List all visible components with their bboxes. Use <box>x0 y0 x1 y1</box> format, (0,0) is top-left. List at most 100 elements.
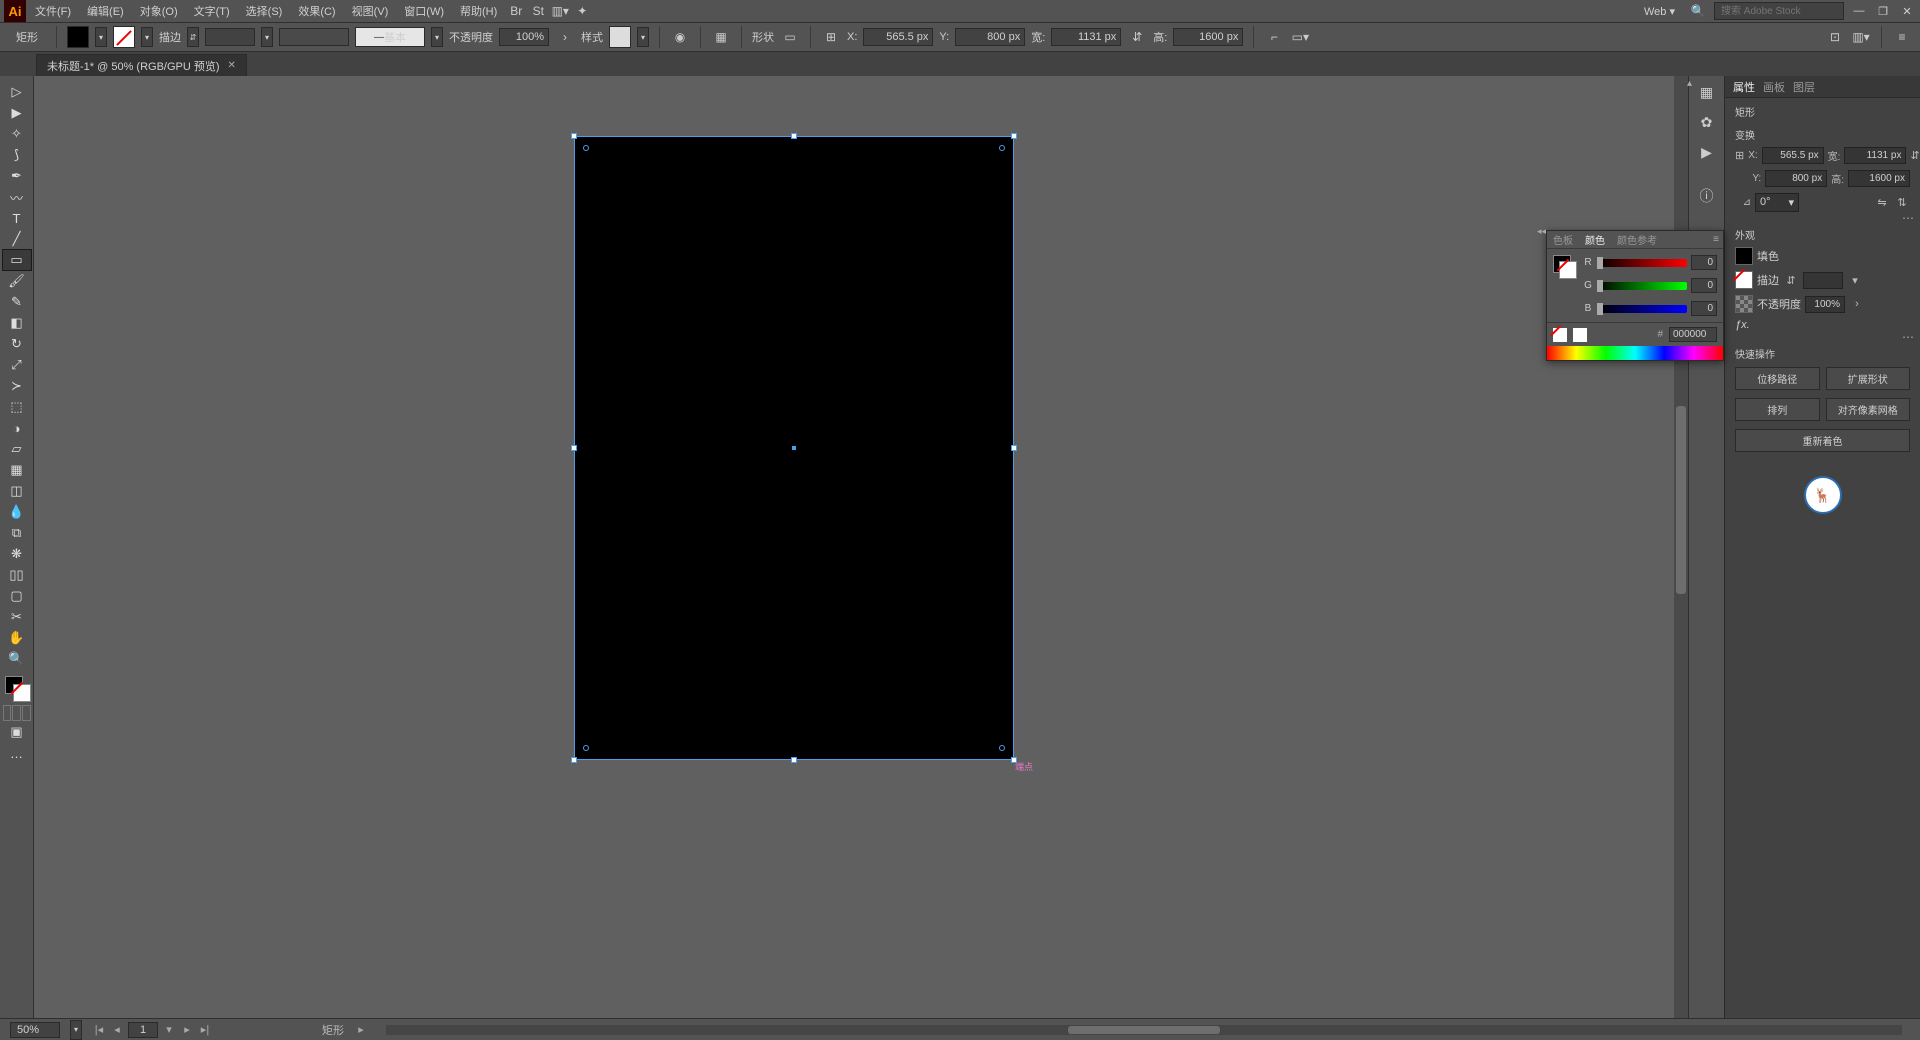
tab-swatches[interactable]: 色板 <box>1547 230 1579 249</box>
tab-properties[interactable]: 属性 <box>1733 79 1755 95</box>
shape-builder-icon[interactable]: ▭ <box>780 27 800 47</box>
draw-modes[interactable] <box>3 705 31 721</box>
fill-dropdown[interactable]: ▾ <box>95 27 107 47</box>
info-panel-icon[interactable]: ⓘ <box>1695 184 1719 208</box>
blend-tool[interactable]: ⧉ <box>3 523 31 543</box>
color-panel-menu[interactable]: ≡ <box>1709 234 1723 245</box>
draw-behind[interactable] <box>12 705 21 721</box>
shape-builder-tool[interactable]: ◑ <box>3 418 31 438</box>
opacity-popup-icon[interactable]: › <box>555 27 575 47</box>
draw-normal[interactable] <box>3 705 12 721</box>
tab-artboards[interactable]: 画板 <box>1763 79 1785 95</box>
free-transform-tool[interactable]: ⬚ <box>3 397 31 417</box>
y-input[interactable] <box>955 28 1025 46</box>
prop-fill-swatch[interactable] <box>1735 247 1753 265</box>
prop-stroke-dd[interactable]: ▾ <box>1847 272 1863 288</box>
gpu-icon[interactable]: ✦ <box>572 3 592 19</box>
tab-color-guide[interactable]: 颜色参考 <box>1611 230 1663 249</box>
btn-arrange[interactable]: 排列 <box>1735 398 1820 421</box>
rotate-tool[interactable]: ↻ <box>3 334 31 354</box>
tab-layers[interactable]: 图层 <box>1793 79 1815 95</box>
magic-wand-tool[interactable]: ✧ <box>3 124 31 144</box>
artboard-index-input[interactable] <box>128 1022 158 1038</box>
type-tool[interactable]: T <box>3 208 31 228</box>
r-slider[interactable] <box>1597 259 1687 267</box>
color-spectrum[interactable] <box>1547 346 1723 360</box>
eyedropper-tool[interactable]: 💧 <box>3 502 31 522</box>
btn-align-pixel[interactable]: 对齐像素网格 <box>1826 398 1911 421</box>
zoom-tool[interactable]: 🔍 <box>3 649 31 669</box>
corner-widget-bl[interactable] <box>583 745 589 751</box>
toolbar-stroke-swatch[interactable] <box>13 684 31 702</box>
stroke-swatch[interactable] <box>113 26 135 48</box>
first-artboard-icon[interactable]: |◂ <box>92 1022 106 1038</box>
white-color-icon[interactable] <box>1573 328 1587 342</box>
menu-select[interactable]: 选择(S) <box>239 0 290 22</box>
flip-h-icon[interactable]: ⇋ <box>1874 195 1890 211</box>
pen-tool[interactable]: ✒ <box>3 166 31 186</box>
flip-v-icon[interactable]: ⇅ <box>1894 195 1910 211</box>
width-tool[interactable]: ≻ <box>3 376 31 396</box>
menu-view[interactable]: 视图(V) <box>345 0 396 22</box>
fill-swatch[interactable] <box>67 26 89 48</box>
corner-widget-tl[interactable] <box>583 145 589 151</box>
libraries-panel-icon[interactable]: ▦ <box>1695 80 1719 104</box>
rectangle-tool[interactable]: ▭ <box>3 250 31 270</box>
fx-label[interactable]: ƒx. <box>1735 319 1750 331</box>
color-panel[interactable]: 色板 颜色 颜色参考 ≡ R G B <box>1546 230 1724 361</box>
handle-top-right[interactable] <box>1011 133 1017 139</box>
corner-widget-tr[interactable] <box>999 145 1005 151</box>
curvature-tool[interactable]: 〰 <box>3 187 31 207</box>
window-maximize[interactable]: ❐ <box>1874 4 1892 18</box>
stroke-weight-dd[interactable]: ▾ <box>261 27 273 47</box>
perspective-tool[interactable]: ▱ <box>3 439 31 459</box>
eraser-tool[interactable]: ◧ <box>3 313 31 333</box>
link-wh-icon[interactable]: ⇵ <box>1127 27 1147 47</box>
fill-stroke-colors[interactable] <box>3 676 31 702</box>
g-slider[interactable] <box>1597 282 1687 290</box>
prop-h-input[interactable] <box>1848 170 1910 187</box>
transform-more-icon[interactable]: ⋯ <box>1902 211 1916 225</box>
handle-left[interactable] <box>571 445 577 451</box>
menu-file[interactable]: 文件(F) <box>28 0 78 22</box>
handle-right[interactable] <box>1011 445 1017 451</box>
handle-bottom[interactable] <box>791 757 797 763</box>
artboard-tool[interactable]: ▢ <box>3 586 31 606</box>
draw-inside[interactable] <box>22 705 31 721</box>
prop-x-input[interactable] <box>1762 147 1824 164</box>
edit-toolbar[interactable]: … <box>3 743 31 763</box>
paintbrush-tool[interactable]: 🖌 <box>3 271 31 291</box>
shaper-tool[interactable]: ✎ <box>3 292 31 312</box>
align-icon[interactable]: ▦ <box>711 27 731 47</box>
menu-type[interactable]: 文字(T) <box>187 0 237 22</box>
opacity-input[interactable] <box>499 28 549 46</box>
close-tab-icon[interactable]: ✕ <box>228 60 236 71</box>
handle-top-left[interactable] <box>571 133 577 139</box>
scale-tool[interactable]: ⤢ <box>3 355 31 375</box>
stroke-profile[interactable]: — 基本 <box>355 27 425 47</box>
x-input[interactable] <box>863 28 933 46</box>
stroke-profile-dd[interactable]: ▾ <box>431 27 443 47</box>
selection-tool[interactable]: ▷ <box>3 82 31 102</box>
zoom-input[interactable] <box>10 1022 60 1038</box>
tab-color[interactable]: 颜色 <box>1579 230 1611 249</box>
graphic-style-dd[interactable]: ▾ <box>637 27 649 47</box>
transform-anchor-icon[interactable]: ⊞ <box>821 27 841 47</box>
handle-bottom-left[interactable] <box>571 757 577 763</box>
prop-opacity-input[interactable] <box>1805 296 1845 313</box>
menu-edit[interactable]: 编辑(E) <box>80 0 131 22</box>
prop-stroke-weight-input[interactable] <box>1803 272 1843 289</box>
b-slider[interactable] <box>1597 305 1687 313</box>
prefs-icon[interactable]: ≡ <box>1892 27 1912 47</box>
document-tab[interactable]: 未标题-1* @ 50% (RGB/GPU 预览) ✕ <box>36 54 247 76</box>
canvas-scrollbar-horizontal[interactable] <box>386 1025 1902 1035</box>
reference-point-icon[interactable]: ⊞ <box>1735 148 1744 164</box>
slice-tool[interactable]: ✂ <box>3 607 31 627</box>
b-value[interactable] <box>1691 301 1717 316</box>
hex-input[interactable] <box>1669 327 1717 342</box>
stock-icon[interactable]: St <box>528 3 548 19</box>
screen-mode[interactable]: ▣ <box>3 722 31 742</box>
appearance-more-icon[interactable]: ⋯ <box>1902 330 1916 344</box>
prev-artboard-icon[interactable]: ◂ <box>110 1022 124 1038</box>
w-input[interactable] <box>1051 28 1121 46</box>
